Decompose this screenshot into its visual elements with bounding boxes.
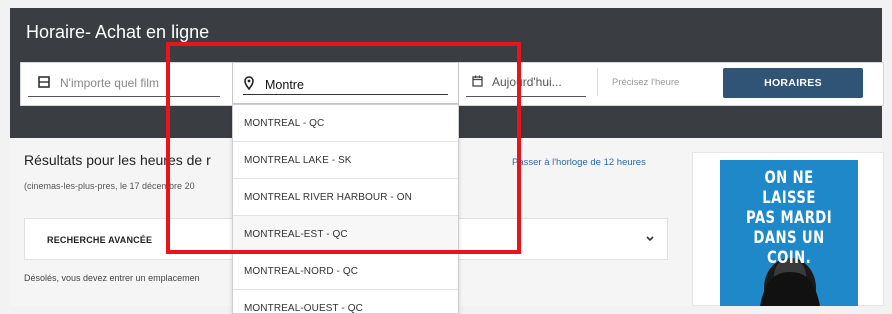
chevron-down-icon xyxy=(646,236,654,242)
page-title: Horaire- Achat en ligne xyxy=(26,22,210,42)
divider xyxy=(597,68,598,96)
ad-banner[interactable]: ON NE LAISSE PAS MARDI DANS UN COIN. xyxy=(720,160,858,306)
ad-headline-line: ON NE LAISSE xyxy=(762,168,816,208)
horaires-button[interactable]: HORAIRES xyxy=(723,68,863,98)
suggestion-item[interactable]: MONTREAL-NORD - QC xyxy=(233,253,458,290)
film-icon xyxy=(38,76,50,88)
ad-headline-line: PAS MARDI xyxy=(745,208,833,228)
time-picker-link[interactable]: Précisez l'heure xyxy=(612,77,679,88)
clock-format-link[interactable]: Passer à l'horloge de 12 heures xyxy=(512,157,646,168)
suggestion-item[interactable]: MONTREAL-OUEST - QC xyxy=(233,290,458,313)
error-message: Désolés, vous devez entrer un emplacemen xyxy=(24,273,200,283)
ad-headline: ON NE LAISSE PAS MARDI DANS UN COIN. xyxy=(738,168,839,268)
ad-headline-line: DANS UN COIN. xyxy=(753,228,825,268)
advanced-search-label: RECHERCHE AVANCÉE xyxy=(47,235,153,245)
red-highlight-box xyxy=(166,42,521,254)
